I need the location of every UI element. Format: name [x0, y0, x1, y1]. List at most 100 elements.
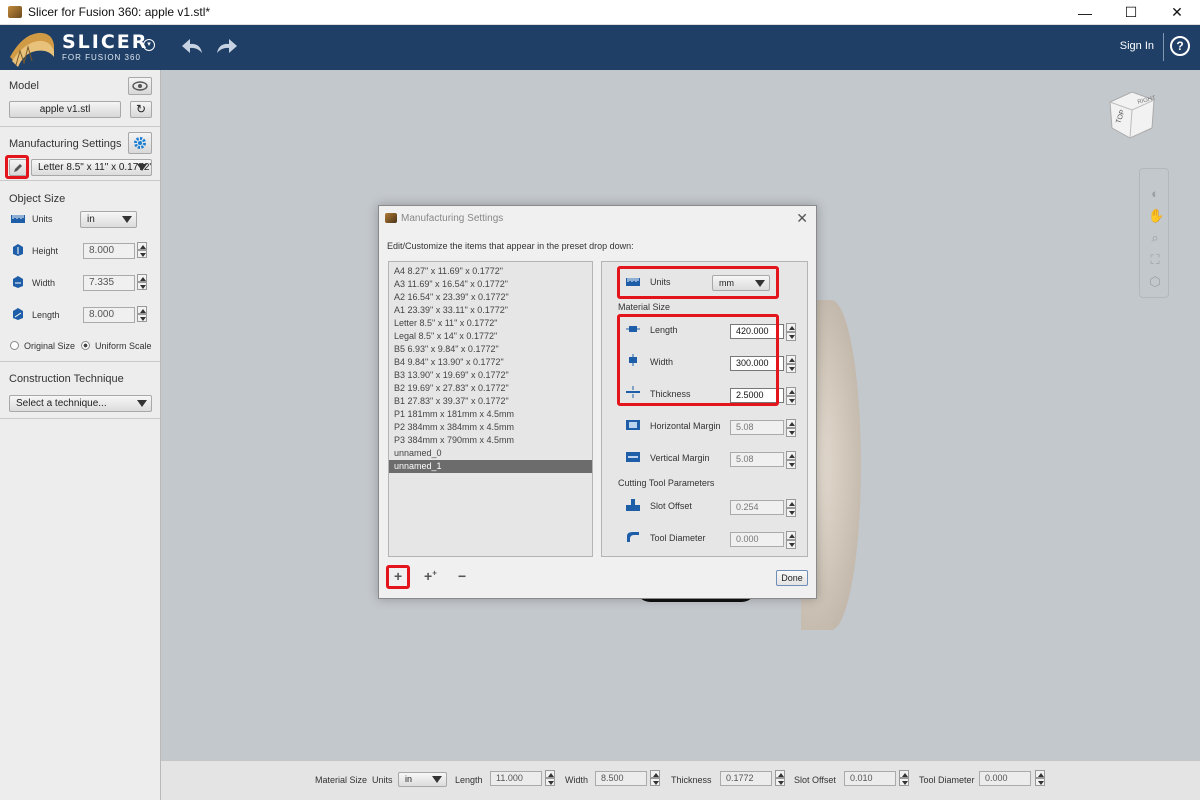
preset-list-item[interactable]: unnamed_0	[389, 447, 592, 460]
refresh-icon[interactable]: ↻	[130, 101, 152, 118]
vertical-margin-stepper[interactable]	[786, 451, 796, 469]
tool-diameter-label: Tool Diameter	[650, 533, 706, 543]
preset-list-item[interactable]: A1 23.39" x 33.11" x 0.1772"	[389, 304, 592, 317]
preset-list-item[interactable]: Legal 8.5" x 14" x 0.1772"	[389, 330, 592, 343]
close-button[interactable]: ✕	[1154, 0, 1200, 25]
preset-list-item[interactable]: A2 16.54" x 23.39" x 0.1772"	[389, 291, 592, 304]
visibility-eye-button[interactable]	[128, 77, 152, 95]
bottom-slot-offset-input[interactable]: 0.010	[844, 771, 896, 786]
model-label: Model	[9, 80, 39, 92]
slot-offset-input[interactable]: 0.254	[730, 500, 784, 515]
manufacturing-preset-dropdown[interactable]: Letter 8.5" x 11" x 0.1772"	[31, 159, 152, 176]
units-dropdown[interactable]: in	[80, 211, 137, 228]
uniform-scale-radio[interactable]	[81, 341, 90, 350]
preset-list-item[interactable]: P1 181mm x 181mm x 4.5mm	[389, 408, 592, 421]
left-panel: Model apple v1.stl ↻ Manufacturing Setti…	[0, 70, 161, 800]
edit-preset-button[interactable]	[9, 159, 27, 176]
preset-list-item[interactable]: A3 11.69" x 16.54" x 0.1772"	[389, 278, 592, 291]
maximize-button[interactable]: ☐	[1108, 0, 1154, 25]
dialog-units-dropdown[interactable]: mm	[712, 275, 770, 291]
tool-diameter-input[interactable]: 0.000	[730, 532, 784, 547]
zoom-icon[interactable]: ⌕	[1148, 231, 1162, 245]
object-size-label: Object Size	[9, 193, 66, 205]
bottom-width-input[interactable]: 8.500	[595, 771, 647, 786]
bottom-tool-diameter-input[interactable]: 0.000	[979, 771, 1031, 786]
vertical-margin-input[interactable]: 5.08	[730, 452, 784, 467]
uniform-scale-label: Uniform Scale	[95, 341, 152, 351]
bottom-length-label: Length	[455, 775, 483, 785]
dialog-length-stepper[interactable]	[786, 323, 796, 341]
viewcube[interactable]: RIGHT TOP	[1106, 88, 1158, 140]
bottom-units-dropdown[interactable]: in	[398, 772, 447, 787]
minimize-button[interactable]: —	[1062, 0, 1108, 25]
original-size-radio[interactable]	[10, 341, 19, 350]
horizontal-margin-input[interactable]: 5.08	[730, 420, 784, 435]
slot-offset-icon	[626, 499, 640, 511]
preset-list-item[interactable]: B2 19.69" x 27.83" x 0.1772"	[389, 382, 592, 395]
preset-list-item[interactable]: B4 9.84" x 13.90" x 0.1772"	[389, 356, 592, 369]
remove-preset-icon[interactable]: −	[458, 568, 466, 584]
length-label: Length	[32, 310, 60, 320]
dialog-thickness-label: Thickness	[650, 389, 691, 399]
slot-offset-stepper[interactable]	[786, 499, 796, 517]
done-button[interactable]: Done	[776, 570, 808, 586]
vertical-margin-label: Vertical Margin	[650, 453, 710, 463]
fit-view-icon[interactable]: ⛶	[1148, 253, 1162, 267]
sign-in-link[interactable]: Sign In	[1120, 40, 1154, 52]
width-input[interactable]: 7.335	[83, 275, 135, 291]
height-stepper[interactable]	[137, 242, 147, 258]
preset-list-item[interactable]: B1 27.83" x 39.37" x 0.1772"	[389, 395, 592, 408]
preset-list-item[interactable]: P3 384mm x 790mm x 4.5mm	[389, 434, 592, 447]
horizontal-margin-label: Horizontal Margin	[650, 421, 721, 431]
orbit-icon[interactable]: ◐	[1148, 187, 1162, 201]
preset-list-item[interactable]: A4 8.27" x 11.69" x 0.1772"	[389, 265, 592, 278]
width-icon	[13, 276, 23, 288]
bottom-thickness-input[interactable]: 0.1772	[720, 771, 772, 786]
duplicate-preset-icon[interactable]: ++	[424, 568, 437, 584]
manufacturing-section: Manufacturing Settings Letter 8.5" x 11"…	[0, 127, 160, 181]
dialog-width-stepper[interactable]	[786, 355, 796, 373]
help-icon[interactable]: ?	[1170, 36, 1190, 56]
pan-hand-icon[interactable]: ✋	[1148, 209, 1164, 223]
chevron-down-icon[interactable]: ▾	[143, 39, 155, 51]
chevron-down-icon	[432, 776, 442, 783]
height-input[interactable]: 8.000	[83, 243, 135, 259]
length-input[interactable]: 8.000	[83, 307, 135, 323]
manufacturing-settings-dialog: Manufacturing Settings ✕ Edit/Customize …	[378, 205, 817, 599]
app-icon	[8, 6, 22, 18]
preset-list-item[interactable]: B5 6.93" x 9.84" x 0.1772"	[389, 343, 592, 356]
model-file-button[interactable]: apple v1.stl	[9, 101, 121, 118]
redo-icon[interactable]	[213, 35, 239, 59]
width-stepper[interactable]	[137, 274, 147, 290]
dialog-thickness-stepper[interactable]	[786, 387, 796, 405]
preset-list-item[interactable]: B3 13.90" x 19.69" x 0.1772"	[389, 369, 592, 382]
app-header: SLICER FOR FUSION 360 ▾ Sign In ?	[0, 25, 1200, 70]
length-stepper[interactable]	[137, 306, 147, 322]
bottom-length-input[interactable]: 11.000	[490, 771, 542, 786]
preset-list[interactable]: A4 8.27" x 11.69" x 0.1772" A3 11.69" x 1…	[388, 261, 593, 557]
width-label: Width	[32, 278, 56, 288]
bottom-tool-diameter-stepper[interactable]	[1035, 770, 1045, 786]
preset-list-item[interactable]: P2 384mm x 384mm x 4.5mm	[389, 421, 592, 434]
bottom-width-stepper[interactable]	[650, 770, 660, 786]
manufacturing-settings-button[interactable]	[128, 132, 152, 154]
preset-list-item[interactable]: Letter 8.5" x 11" x 0.1772"	[389, 317, 592, 330]
dialog-thickness-input[interactable]: 2.5000	[730, 388, 784, 403]
preset-list-item[interactable]: unnamed_1	[389, 460, 592, 473]
home-view-icon[interactable]: ⬡	[1148, 275, 1162, 289]
dialog-length-input[interactable]: 420.000	[730, 324, 784, 339]
dialog-title: Manufacturing Settings	[401, 213, 504, 224]
bottom-thickness-stepper[interactable]	[775, 770, 785, 786]
chevron-down-icon	[137, 400, 147, 407]
close-icon[interactable]: ✕	[796, 210, 808, 227]
dialog-instruction: Edit/Customize the items that appear in …	[387, 241, 634, 251]
tool-diameter-stepper[interactable]	[786, 531, 796, 549]
horizontal-margin-stepper[interactable]	[786, 419, 796, 437]
undo-icon[interactable]	[180, 35, 206, 59]
dialog-width-input[interactable]: 300.000	[730, 356, 784, 371]
slot-offset-label: Slot Offset	[650, 501, 692, 511]
bottom-length-stepper[interactable]	[545, 770, 555, 786]
add-preset-icon[interactable]: +	[394, 568, 402, 584]
bottom-slot-offset-stepper[interactable]	[899, 770, 909, 786]
construction-technique-dropdown[interactable]: Select a technique...	[9, 395, 152, 412]
